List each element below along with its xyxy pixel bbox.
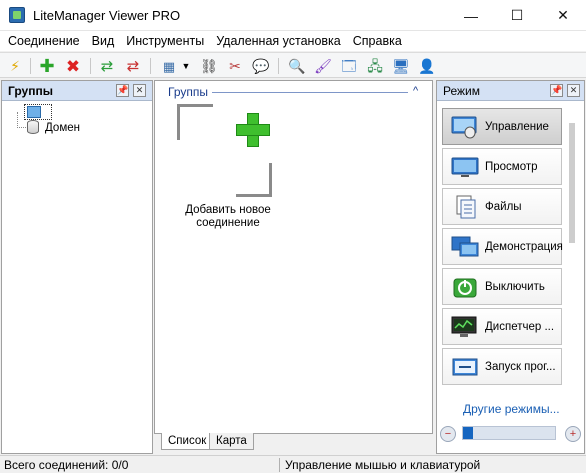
mode-panel-header: Режим 📌 ✕ <box>437 81 584 101</box>
zoom-slider[interactable] <box>462 426 556 440</box>
network-icon[interactable]: 🖧 <box>366 57 384 75</box>
status-bar: Всего соединений: 0/0 Управление мышью и… <box>0 455 586 473</box>
mode-label: Управление <box>485 121 549 133</box>
database-icon <box>27 120 39 134</box>
mode-panel-title: Режим <box>443 84 480 98</box>
add-frame-corner <box>236 163 272 197</box>
groups-panel: Группы 📌 ✕ <box>1 80 153 454</box>
groups-panel-title: Группы <box>8 84 53 98</box>
window-title: LiteManager Viewer PRO <box>33 8 181 23</box>
files-icon <box>456 195 476 219</box>
delete-icon[interactable]: ✖ <box>64 57 82 75</box>
close-icon[interactable]: ✕ <box>567 84 580 97</box>
mode-label: Запуск прог... <box>485 361 556 373</box>
power-icon <box>453 278 477 298</box>
mode-files-button[interactable]: Файлы <box>442 188 562 225</box>
mode-label: Демонстрация <box>485 241 563 253</box>
view-screen-icon <box>451 157 479 177</box>
computer-group-icon <box>27 106 41 118</box>
toolbar-separator <box>278 58 279 74</box>
toolbar: ⚡ ✚ ✖ ⇄ ⇄ ▦ ▼ ⛓ ✂ 💬 🔍 🖌 🗔 🖧 🖥 👤 <box>0 52 586 78</box>
mode-label: Просмотр <box>485 161 538 173</box>
add-icon[interactable]: ✚ <box>38 57 56 75</box>
toolbar-separator <box>30 58 31 74</box>
lightning-icon[interactable]: ⚡ <box>6 57 24 75</box>
mode-view-button[interactable]: Просмотр <box>442 148 562 185</box>
mode-task-manager-button[interactable]: Диспетчер ... <box>442 308 562 345</box>
run-program-icon <box>452 358 478 376</box>
toolbar-separator <box>150 58 151 74</box>
add-connection-icon[interactable] <box>236 113 270 147</box>
menu-tools[interactable]: Инструменты <box>120 31 210 51</box>
menu-view[interactable]: Вид <box>86 31 121 51</box>
tools-icon[interactable]: ✂ <box>226 57 244 75</box>
status-separator <box>279 458 280 472</box>
window-icon[interactable]: 🗔 <box>340 57 358 75</box>
tree-connector <box>17 112 18 128</box>
connections-count: Всего соединений: 0/0 <box>4 458 129 472</box>
title-bar: LiteManager Viewer PRO — ☐ ✕ <box>0 0 586 31</box>
app-icon <box>9 7 25 23</box>
user-icon[interactable]: 👤 <box>418 57 436 75</box>
pin-icon[interactable]: 📌 <box>116 84 129 97</box>
toolbar-separator <box>90 58 91 74</box>
demo-icon <box>451 236 479 257</box>
mode-hint: Управление мышью и клавиатурой <box>285 458 481 472</box>
chat-icon[interactable]: 💬 <box>252 57 270 75</box>
tree-root[interactable] <box>24 104 52 120</box>
groups-panel-header: Группы 📌 ✕ <box>2 81 152 101</box>
tab-list[interactable]: Список <box>161 433 214 450</box>
disconnect-icon[interactable]: ⇄ <box>124 57 142 75</box>
view-icon[interactable]: ▦ <box>160 57 178 75</box>
pin-icon[interactable]: 📌 <box>550 84 563 97</box>
menu-bar: Соединение Вид Инструменты Удаленная уст… <box>0 31 586 51</box>
monitor-icon[interactable]: 🖥 <box>392 57 410 75</box>
more-modes-link[interactable]: Другие режимы... <box>463 402 560 416</box>
tree-connector <box>17 127 26 128</box>
close-button[interactable]: ✕ <box>540 0 586 31</box>
dropdown-icon[interactable]: ▼ <box>180 57 192 75</box>
mode-control-button[interactable]: Управление <box>442 108 562 145</box>
mode-scrollbar[interactable] <box>569 123 575 243</box>
group-header-line <box>212 92 408 93</box>
close-icon[interactable]: ✕ <box>133 84 146 97</box>
search-icon[interactable]: 🔍 <box>288 57 306 75</box>
group-header: Группы <box>168 85 208 99</box>
zoom-in-icon[interactable]: + <box>565 426 581 442</box>
task-manager-icon <box>451 316 477 337</box>
mode-shutdown-button[interactable]: Выключить <box>442 268 562 305</box>
connect-icon[interactable]: ⇄ <box>98 57 116 75</box>
tree-item-domain[interactable]: Домен <box>45 122 80 134</box>
minimize-button[interactable]: — <box>448 0 494 31</box>
connections-panel <box>154 80 433 434</box>
paint-icon[interactable]: 🖌 <box>314 57 332 75</box>
zoom-out-icon[interactable]: − <box>440 426 456 442</box>
add-frame-corner <box>177 104 213 114</box>
maximize-button[interactable]: ☐ <box>494 0 540 31</box>
mode-run-program-button[interactable]: Запуск прог... <box>442 348 562 385</box>
collapse-icon[interactable]: ^ <box>413 85 418 97</box>
tab-map[interactable]: Карта <box>209 433 254 450</box>
remote-control-icon <box>451 116 477 139</box>
binoculars-icon[interactable]: ⛓ <box>200 57 218 75</box>
add-connection-label[interactable]: Добавить новое соединение <box>168 204 288 230</box>
zoom-slider-thumb[interactable] <box>463 427 473 439</box>
mode-label: Файлы <box>485 201 522 213</box>
menu-help[interactable]: Справка <box>347 31 408 51</box>
menu-connection[interactable]: Соединение <box>2 31 86 51</box>
mode-label: Диспетчер ... <box>485 321 555 333</box>
mode-demo-button[interactable]: Демонстрация <box>442 228 563 265</box>
mode-label: Выключить <box>485 281 545 293</box>
menu-remote-install[interactable]: Удаленная установка <box>210 31 347 51</box>
